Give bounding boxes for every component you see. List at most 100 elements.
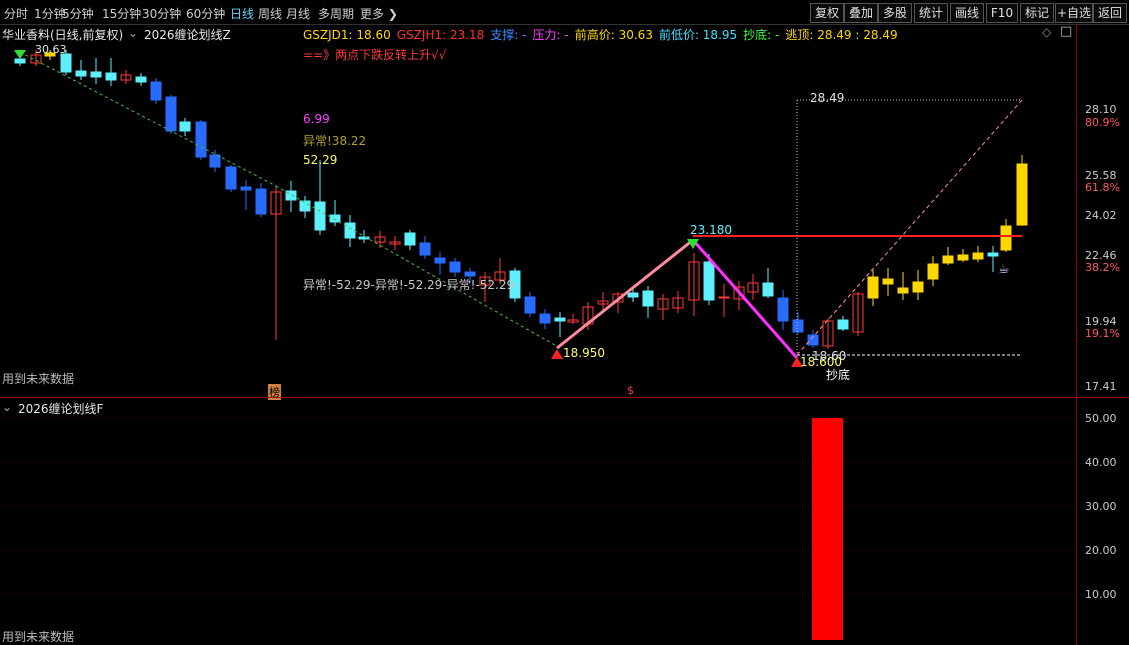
candle-body [972,252,984,260]
period-tab-60min[interactable]: 60分钟 [186,5,225,22]
annotation-5229: 52.29 [303,153,338,167]
candle-body [135,76,147,83]
annotation-abnormal: 异常!38.22 [303,134,367,148]
period-tab-5min[interactable]: 5分钟 [62,5,94,22]
pct-tick: 38.2% [1085,261,1120,274]
annotation-699: 6.99 [303,112,330,126]
candle-body [344,222,356,239]
period-tab-multi[interactable]: 多周期 [318,5,354,22]
more-menu[interactable]: 更多 ❯ [360,5,398,22]
f10-button[interactable]: F10 [986,3,1018,23]
value-tick: 50.00 [1085,412,1117,425]
downtrend-line [275,185,561,349]
candle-body [150,81,162,101]
candle-body [642,290,654,307]
future-data-note-main: 用到未来数据 [2,372,75,386]
candle-body [419,242,431,256]
price-tick: 28.10 [1085,103,1117,116]
level-label-low: 18.60 [812,349,847,363]
sell-triangle-icon [14,50,26,59]
candle-body [957,254,969,261]
candlestick-chart[interactable] [0,24,1076,398]
pct-tick: 19.1% [1085,327,1120,340]
price-tick: 24.02 [1085,209,1117,222]
multi-stock-button[interactable]: 多股 [878,3,912,23]
candle-body [225,166,237,190]
candle-body [358,236,370,240]
pct-tick: 61.8% [1085,181,1120,194]
candle-body [404,232,416,246]
fuquan-button[interactable]: 复权 [810,3,844,23]
signal-bar [812,418,843,640]
candle-body [718,296,730,299]
candle-body [195,121,207,158]
projection-line [796,99,1023,356]
chaodi-label: 抄底 [826,368,851,382]
future-data-note-sub: 用到未来数据 [2,630,75,644]
level-label-high: 28.49 [810,91,845,105]
price-axis: 28.10 80.9% 25.58 61.8% 24.02 22.46 38.2… [1076,24,1129,398]
value-tick: 30.00 [1085,500,1117,513]
low-label-1: 18.950 [563,346,605,360]
period-tab-weekly[interactable]: 周线 [258,5,282,22]
period-tab-monthly[interactable]: 月线 [286,5,310,22]
value-tick: 40.00 [1085,456,1117,469]
candle-body [897,287,909,294]
value-tick: 10.00 [1085,588,1117,601]
candle-body [240,186,252,191]
candle-body [299,200,311,212]
pct-tick: 80.9% [1085,116,1120,129]
peak-label: 23.180 [690,223,732,237]
candle-body [554,317,566,322]
candle-body [912,281,924,293]
candle-body [792,319,804,333]
candle-body [987,252,999,257]
candle-body [105,72,117,81]
candle-body [539,313,551,324]
overlay-button[interactable]: 叠加 [844,3,878,23]
add-favorite-button[interactable]: +自选 [1055,3,1093,23]
bi-line-up [556,238,694,350]
period-tab-15min[interactable]: 15分钟 [102,5,141,22]
teacup-icon[interactable]: ☕ [998,262,1010,277]
candle-body [255,188,267,215]
value-tick: 20.00 [1085,544,1117,557]
candle-body [14,58,26,64]
candle-body [837,319,849,330]
draw-line-button[interactable]: 画线 [950,3,984,23]
downtrend-line [19,51,277,187]
period-tab-daily[interactable]: 日线 [230,5,254,22]
period-toolbar: 分时 1分钟 5分钟 15分钟 30分钟 60分钟 日线 周线 月线 多周期 更… [0,0,1129,25]
candle-body [882,278,894,285]
candle-body [60,53,72,73]
sub-value-axis: 50.00 40.00 30.00 20.00 10.00 [1076,398,1129,645]
period-tab-30min[interactable]: 30分钟 [142,5,181,22]
mark-button[interactable]: 标记 [1020,3,1054,23]
candle-body [777,297,789,322]
candle-body [314,201,326,231]
candle-body [165,96,177,132]
statistics-button[interactable]: 统计 [914,3,948,23]
candle-body [179,121,191,132]
candle-body [703,261,715,301]
candle-body [524,296,536,314]
period-tab-1min[interactable]: 1分钟 [34,5,66,22]
sub-indicator-chart[interactable] [0,398,1076,645]
candle-body [762,282,774,297]
abnormal-text: 异常!-52.29-异常!-52.29-异常!-52.29- [303,278,519,292]
candle-body [209,154,221,168]
candle-body [1016,163,1028,226]
candle-body [627,292,639,298]
period-tab-fenshi[interactable]: 分时 [4,5,28,22]
price-tick: 17.41 [1085,380,1117,393]
candle-body [942,255,954,264]
candle-body [90,71,102,78]
candle-body [867,276,879,299]
candle-body [927,263,939,280]
dollar-marker[interactable]: $ [627,384,634,397]
candle-body [1000,225,1012,251]
candle-body [434,257,446,264]
candle-body [329,214,341,223]
candle-body [449,261,461,273]
back-button[interactable]: 返回 [1093,3,1127,23]
